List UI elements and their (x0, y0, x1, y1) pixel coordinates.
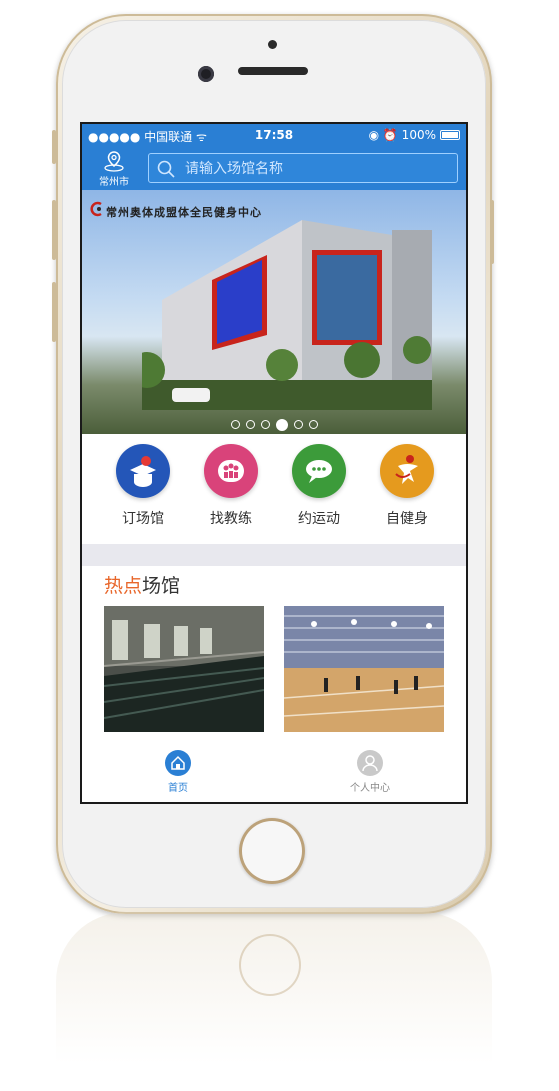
mute-switch (52, 130, 56, 164)
carousel-dot-active[interactable] (276, 418, 288, 431)
earpiece-speaker (238, 67, 308, 75)
volume-down-button (52, 282, 56, 342)
section-divider (82, 544, 466, 566)
carousel-dot[interactable] (294, 420, 303, 429)
chat-icon (292, 444, 346, 498)
category-find-coach[interactable]: 找教练 (196, 444, 266, 528)
city-selector[interactable]: 常州市 (92, 150, 136, 188)
section-title-highlight: 热点 (104, 575, 143, 597)
home-icon (165, 750, 191, 776)
carousel-dot[interactable] (309, 420, 318, 429)
category-book-venue[interactable]: 订场馆 (108, 444, 178, 528)
power-button (490, 200, 494, 264)
status-bar: ●●●●● 中国联通 ᯤ 17:58 ◉ ⏰ 100% (82, 124, 466, 146)
front-camera (198, 66, 214, 82)
category-label: 自健身 (386, 511, 428, 527)
search-icon (157, 160, 175, 178)
category-label: 约运动 (298, 511, 340, 527)
category-label: 找教练 (210, 511, 252, 527)
tab-label: 个人中心 (350, 783, 390, 794)
venue-card-badminton[interactable] (284, 606, 444, 732)
proximity-sensor (268, 40, 277, 49)
banner-carousel[interactable]: 常州奥体成盟体全民健身中心 (82, 190, 466, 434)
carousel-dot[interactable] (261, 420, 270, 429)
category-grid: 订场馆 找教练 约运动 自健身 (82, 434, 466, 544)
coach-icon (204, 444, 258, 498)
location-pin-icon (104, 151, 124, 172)
volume-up-button (52, 200, 56, 260)
app-screen: ●●●●● 中国联通 ᯤ 17:58 ◉ ⏰ 100% 常州市 请输入场馆名称 … (80, 122, 468, 804)
user-icon (357, 750, 383, 776)
venue-booking-icon (116, 444, 170, 498)
carousel-dot[interactable] (231, 420, 240, 429)
venue-card-pool[interactable] (104, 606, 264, 732)
top-nav: 常州市 (82, 146, 466, 190)
tab-profile[interactable]: 个人中心 (340, 750, 400, 794)
category-label: 订场馆 (122, 511, 164, 527)
category-self-fitness[interactable]: 自健身 (372, 444, 442, 528)
category-meet-sport[interactable]: 约运动 (284, 444, 354, 528)
banner-title: 常州奥体成盟体全民健身中心 (106, 206, 262, 219)
search-input[interactable] (183, 157, 447, 181)
section-title: 热点场馆 (104, 571, 180, 598)
section-title-rest: 场馆 (142, 575, 181, 597)
home-button-reflection (239, 934, 301, 996)
bottom-tab-bar: 首页 个人中心 (82, 742, 466, 802)
banner-photo (142, 220, 432, 410)
home-button[interactable] (239, 818, 305, 884)
battery-icon (440, 130, 460, 140)
city-label: 常州市 (99, 177, 129, 188)
logo-icon (90, 201, 102, 217)
search-bar[interactable] (148, 153, 458, 183)
swimming-pool-photo (104, 606, 264, 732)
status-indicators: ◉ ⏰ 100% (368, 128, 436, 142)
phone-reflection (56, 912, 492, 1091)
tab-label: 首页 (168, 783, 188, 794)
badminton-hall-photo (284, 606, 444, 732)
tab-home[interactable]: 首页 (148, 750, 208, 794)
fitness-icon (380, 444, 434, 498)
carousel-dot[interactable] (246, 420, 255, 429)
carousel-indicators (228, 414, 321, 431)
